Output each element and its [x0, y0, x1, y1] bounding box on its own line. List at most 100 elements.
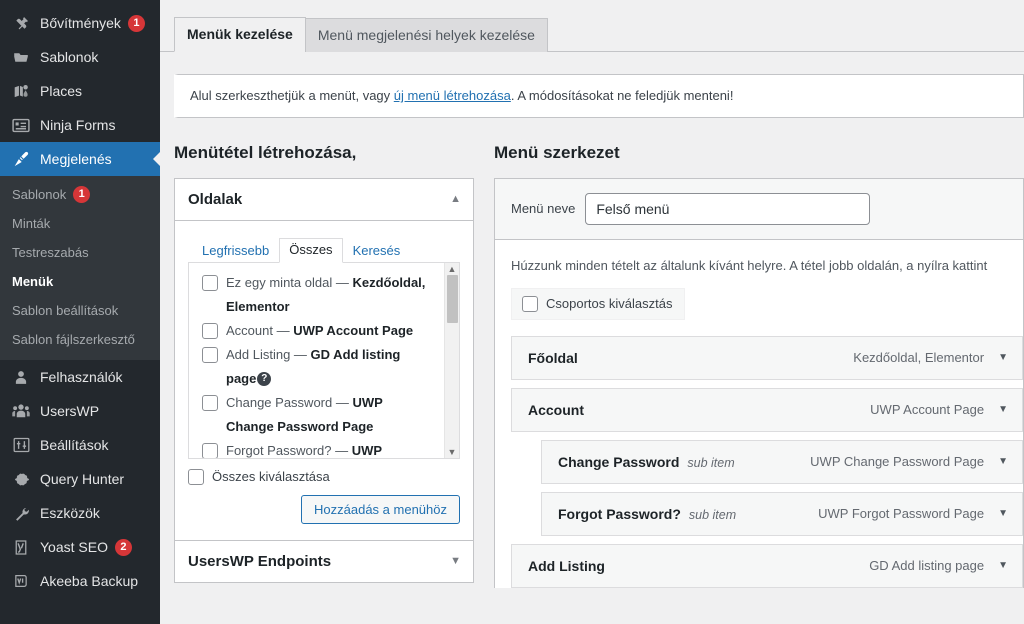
sidebar-subitem-sablon-fajlszerkeszto[interactable]: Sablon fájlszerkesztő: [0, 325, 160, 354]
menu-item-row[interactable]: Főoldal Kezdőoldal, Elementor ▼: [511, 335, 1023, 380]
sidebar-badge: 2: [114, 538, 132, 556]
page-checkbox[interactable]: [202, 274, 218, 291]
wordpress-admin-screen: Bővítmények 1 Sablonok Places Ninja Form…: [0, 0, 1024, 624]
menu-item-row[interactable]: Change Password sub item UWP Change Pass…: [541, 439, 1023, 484]
sidebar-item-ninja-forms[interactable]: Ninja Forms: [0, 108, 160, 142]
page-label: Change Password — UWP Change Password Pa…: [226, 394, 383, 434]
add-to-menu-button[interactable]: Hozzáadás a menühöz: [301, 494, 460, 525]
sidebar-item-beallitasok[interactable]: Beállítások: [0, 428, 160, 462]
menu-item-sub-label: sub item: [688, 507, 737, 522]
akeeba-icon: [10, 571, 32, 591]
sidebar-item-query-hunter[interactable]: Query Hunter: [0, 462, 160, 496]
pages-accordion-body: Legfrissebb Összes Keresés Ez egy minta …: [175, 221, 473, 541]
page-checkbox-item[interactable]: Forgot Password? — UWP: [197, 439, 449, 458]
inner-tab-kereses[interactable]: Keresés: [343, 239, 411, 263]
page-checkbox-item[interactable]: Account — UWP Account Page: [197, 319, 449, 343]
sidebar-item-yoast-seo[interactable]: Yoast SEO 2: [0, 530, 160, 564]
page-label: Ez egy minta oldal — Kezdőoldal, Element…: [226, 274, 426, 314]
page-label: Account — UWP Account Page: [226, 322, 414, 338]
chevron-down-icon[interactable]: ▼: [998, 560, 1008, 571]
sidebar-item-akeeba-backup[interactable]: Akeeba Backup: [0, 564, 160, 598]
page-checkbox[interactable]: [202, 346, 218, 363]
pages-accordion-title: Oldalak: [188, 190, 243, 208]
sidebar-item-label: Akeeba Backup: [40, 573, 139, 589]
sidebar-item-sablonok[interactable]: Sablonok: [0, 40, 160, 74]
plugin-icon: [10, 13, 32, 33]
pages-panel-scrollbar[interactable]: ▲ ▼: [444, 262, 459, 458]
sidebar-item-bovitmenyek[interactable]: Bővítmények 1: [0, 6, 160, 40]
menu-item-left: Account: [528, 402, 584, 418]
sidebar-item-felhasznalok[interactable]: Felhasználók: [0, 360, 160, 394]
sidebar-item-label: Beállítások: [40, 437, 109, 453]
map-icon: [10, 81, 32, 101]
menu-item-right: Kezdőoldal, Elementor ▼: [853, 350, 1008, 365]
menu-item-row[interactable]: Add Listing GD Add listing page ▼: [511, 543, 1023, 588]
sidebar-subitem-sablon-beallitasok[interactable]: Sablon beállítások: [0, 296, 160, 325]
sidebar-item-userswp[interactable]: UsersWP: [0, 394, 160, 428]
chevron-up-icon[interactable]: ▲: [450, 193, 461, 205]
chevron-down-icon[interactable]: ▼: [998, 404, 1008, 415]
select-all-checkbox[interactable]: [188, 468, 204, 485]
bulk-select-row[interactable]: Csoportos kiválasztás: [511, 287, 686, 320]
sidebar-subitem-testreszabas[interactable]: Testreszabás: [0, 238, 160, 267]
menu-name-label: Menü neve: [511, 201, 576, 216]
sidebar-item-label: UsersWP: [40, 403, 100, 419]
sidebar-subitem-sablonok[interactable]: Sablonok 1: [0, 180, 160, 209]
page-checkbox[interactable]: [202, 394, 218, 411]
inner-tab-legfrissebb[interactable]: Legfrissebb: [192, 239, 279, 263]
sidebar-item-places[interactable]: Places: [0, 74, 160, 108]
sidebar-subitem-label: Sablon beállítások: [12, 303, 119, 318]
scrollbar-thumb[interactable]: [447, 274, 458, 323]
menu-item-row[interactable]: Forgot Password? sub item UWP Forgot Pas…: [541, 491, 1023, 536]
menu-item-type: UWP Forgot Password Page: [818, 506, 985, 521]
create-new-menu-link[interactable]: új menü létrehozása: [394, 88, 511, 103]
tab-menu-megjelenesi-helyek[interactable]: Menü megjelenési helyek kezelése: [304, 18, 548, 52]
menu-item-row[interactable]: Account UWP Account Page ▼: [511, 387, 1023, 432]
add-menu-items-column: Menütétel létrehozása, Oldalak ▲ Legfris…: [174, 142, 474, 596]
sidebar-item-label: Places: [40, 83, 83, 99]
menu-name-input[interactable]: [585, 192, 871, 225]
chevron-down-icon[interactable]: ▼: [998, 508, 1008, 519]
chevron-down-icon[interactable]: ▼: [998, 352, 1008, 363]
help-icon[interactable]: ?: [257, 372, 272, 387]
wrench-icon: [10, 503, 32, 523]
menu-item-type: UWP Change Password Page: [810, 454, 985, 469]
chevron-down-icon[interactable]: ▼: [998, 456, 1008, 467]
sidebar-subitem-label: Minták: [12, 216, 51, 231]
menu-item-left: Forgot Password? sub item: [558, 506, 736, 522]
page-checkbox[interactable]: [202, 442, 218, 458]
sidebar-item-label: Query Hunter: [40, 471, 125, 487]
inner-tab-osszes[interactable]: Összes: [279, 237, 343, 263]
pages-accordion: Oldalak ▲ Legfrissebb Összes Keresés Ez …: [174, 177, 474, 542]
sidebar-item-eszkozok[interactable]: Eszközök: [0, 496, 160, 530]
page-checkbox-item[interactable]: Ez egy minta oldal — Kezdőoldal, Element…: [197, 271, 449, 319]
menu-item-type: Kezdőoldal, Elementor: [853, 350, 985, 365]
scroll-down-arrow-icon[interactable]: ▼: [448, 446, 457, 458]
page-checkbox-item[interactable]: Add Listing — GD Add listing page?: [197, 343, 449, 391]
sidebar-badge: 1: [127, 14, 145, 32]
tab-menuk-kezelese[interactable]: Menük kezelése: [174, 17, 306, 52]
admin-sidebar: Bővítmények 1 Sablonok Places Ninja Form…: [0, 0, 160, 624]
page-checkbox[interactable]: [202, 322, 218, 339]
page-label: Forgot Password? — UWP: [226, 442, 383, 458]
menu-item-left: Change Password sub item: [558, 454, 735, 470]
sidebar-item-label: Yoast SEO: [40, 539, 108, 555]
bulk-select-checkbox[interactable]: [522, 295, 538, 312]
scroll-up-arrow-icon[interactable]: ▲: [448, 263, 457, 275]
chevron-down-icon[interactable]: ▼: [450, 556, 461, 567]
pages-accordion-header[interactable]: Oldalak ▲: [175, 178, 473, 221]
menu-items-list: Főoldal Kezdőoldal, Elementor ▼ Account: [511, 335, 1023, 588]
sidebar-submenu-appearance: Sablonok 1 Minták Testreszabás Menük Sab…: [0, 176, 160, 360]
menu-instructions-text: Húzzunk minden tételt az általunk kívánt…: [511, 257, 988, 273]
sidebar-subitem-menuk[interactable]: Menük: [0, 267, 160, 296]
sidebar-item-megjelenes[interactable]: Megjelenés: [0, 142, 160, 176]
menu-item-right: UWP Forgot Password Page ▼: [818, 506, 1008, 521]
menu-item-right: GD Add listing page ▼: [869, 558, 1008, 573]
page-checkbox-item[interactable]: Change Password — UWP Change Password Pa…: [197, 391, 449, 439]
menu-item-type: GD Add listing page: [869, 558, 985, 573]
sidebar-item-label: Eszközök: [40, 505, 100, 521]
select-all-row[interactable]: Összes kiválasztása: [188, 468, 460, 485]
yoast-icon: [10, 537, 32, 557]
userswp-endpoints-header[interactable]: UsersWP Endpoints ▼: [175, 541, 473, 583]
sidebar-subitem-mintak[interactable]: Minták: [0, 209, 160, 238]
